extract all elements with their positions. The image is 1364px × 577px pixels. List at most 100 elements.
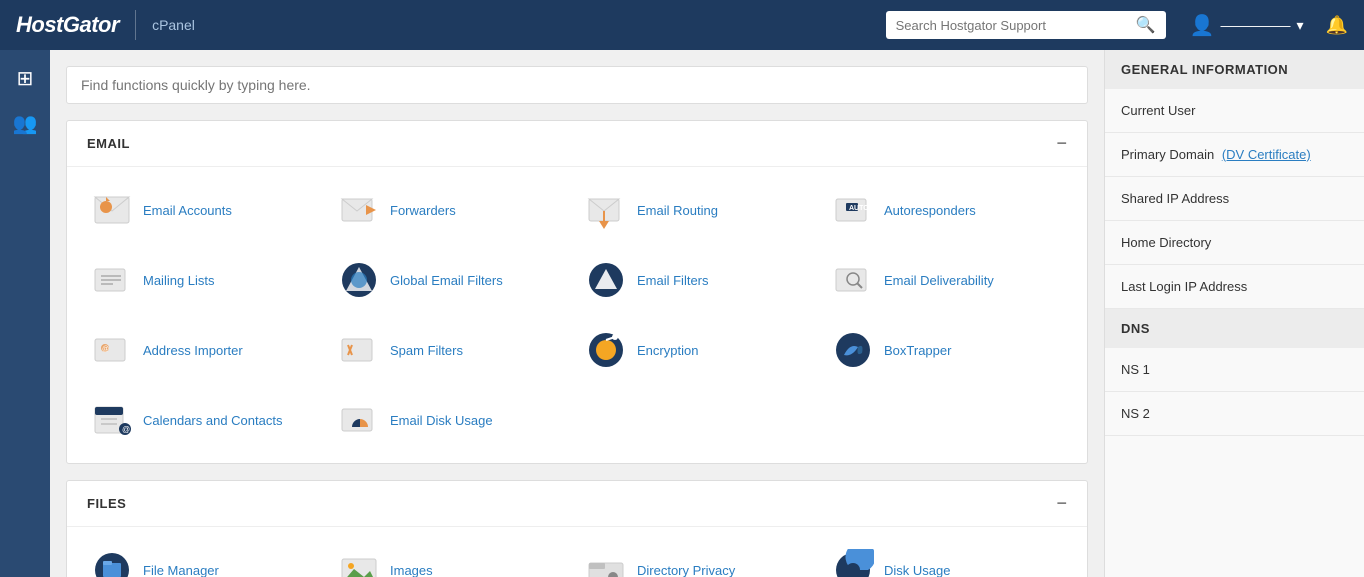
- images-label: Images: [390, 563, 433, 577]
- global-email-filters-label: Global Email Filters: [390, 273, 503, 288]
- file-manager-item[interactable]: File Manager: [87, 543, 326, 577]
- user-menu[interactable]: 👤 ————— ▾: [1190, 13, 1304, 38]
- address-importer-item[interactable]: @ Address Importer: [87, 323, 326, 377]
- home-directory-item: Home Directory: [1105, 221, 1364, 265]
- encryption-label: Encryption: [637, 343, 698, 358]
- file-manager-label: File Manager: [143, 563, 219, 577]
- svg-text:@: @: [122, 425, 130, 434]
- forwarders-item[interactable]: Forwarders: [334, 183, 573, 237]
- disk-usage-icon: [832, 549, 874, 577]
- forwarders-icon: [338, 189, 380, 231]
- email-disk-usage-icon: [338, 399, 380, 441]
- boxtrapper-icon: [832, 329, 874, 371]
- user-label: —————: [1221, 17, 1291, 33]
- logo: HostGator: [16, 12, 119, 38]
- header-search-bar[interactable]: 🔍: [886, 11, 1166, 39]
- email-filters-item[interactable]: Email Filters: [581, 253, 820, 307]
- email-deliverability-icon: [832, 259, 874, 301]
- current-user-item: Current User: [1105, 89, 1364, 133]
- encryption-icon: [585, 329, 627, 371]
- directory-privacy-item[interactable]: Directory Privacy: [581, 543, 820, 577]
- files-section-body: File Manager Images: [67, 527, 1087, 577]
- main-content: EMAIL − Email Accounts: [50, 50, 1104, 577]
- disk-usage-label: Disk Usage: [884, 563, 950, 577]
- address-importer-label: Address Importer: [143, 343, 243, 358]
- calendars-contacts-label: Calendars and Contacts: [143, 413, 282, 428]
- left-sidebar: ⊞ 👥: [0, 50, 50, 577]
- directory-privacy-label: Directory Privacy: [637, 563, 735, 577]
- mailing-lists-icon: [91, 259, 133, 301]
- ns1-label: NS 1: [1121, 362, 1150, 377]
- email-filters-icon: [585, 259, 627, 301]
- ns2-item: NS 2: [1105, 392, 1364, 436]
- dv-certificate-link[interactable]: (DV Certificate): [1222, 147, 1311, 162]
- main-layout: ⊞ 👥 EMAIL −: [0, 50, 1364, 577]
- email-section-title: EMAIL: [87, 136, 130, 151]
- cpanel-label: cPanel: [152, 17, 195, 33]
- encryption-item[interactable]: Encryption: [581, 323, 820, 377]
- global-email-filters-item[interactable]: Global Email Filters: [334, 253, 573, 307]
- home-directory-label: Home Directory: [1121, 235, 1211, 250]
- files-section-title: FILES: [87, 496, 126, 511]
- email-routing-icon: [585, 189, 627, 231]
- calendars-contacts-item[interactable]: @ Calendars and Contacts: [87, 393, 326, 447]
- boxtrapper-label: BoxTrapper: [884, 343, 951, 358]
- spam-filters-label: Spam Filters: [390, 343, 463, 358]
- email-section-header: EMAIL −: [67, 121, 1087, 167]
- autoresponders-label: Autoresponders: [884, 203, 976, 218]
- primary-domain-label: Primary Domain: [1121, 147, 1214, 162]
- mailing-lists-label: Mailing Lists: [143, 273, 215, 288]
- autoresponders-icon: AUTO: [832, 189, 874, 231]
- general-info-title: GENERAL INFORMATION: [1105, 50, 1364, 89]
- current-user-label: Current User: [1121, 103, 1195, 118]
- sidebar-grid-icon[interactable]: ⊞: [17, 66, 34, 91]
- email-deliverability-label: Email Deliverability: [884, 273, 994, 288]
- email-section-toggle[interactable]: −: [1056, 133, 1067, 154]
- ns2-label: NS 2: [1121, 406, 1150, 421]
- autoresponders-item[interactable]: AUTO Autoresponders: [828, 183, 1067, 237]
- email-filters-label: Email Filters: [637, 273, 709, 288]
- header-divider: [135, 10, 136, 40]
- email-section: EMAIL − Email Accounts: [66, 120, 1088, 464]
- address-importer-icon: @: [91, 329, 133, 371]
- email-disk-usage-label: Email Disk Usage: [390, 413, 493, 428]
- header: HostGator cPanel 🔍 👤 ————— ▾ 🔔: [0, 0, 1364, 50]
- global-email-filters-icon: [338, 259, 380, 301]
- last-login-ip-item: Last Login IP Address: [1105, 265, 1364, 309]
- right-sidebar: GENERAL INFORMATION Current User Primary…: [1104, 50, 1364, 577]
- chevron-down-icon: ▾: [1297, 17, 1304, 34]
- file-manager-icon: [91, 549, 133, 577]
- mailing-lists-item[interactable]: Mailing Lists: [87, 253, 326, 307]
- forwarders-label: Forwarders: [390, 203, 456, 218]
- shared-ip-label: Shared IP Address: [1121, 191, 1229, 206]
- email-disk-usage-item[interactable]: Email Disk Usage: [334, 393, 573, 447]
- bell-icon[interactable]: 🔔: [1326, 15, 1348, 36]
- disk-usage-item[interactable]: Disk Usage: [828, 543, 1067, 577]
- spam-filters-item[interactable]: Spam Filters: [334, 323, 573, 377]
- spam-filters-icon: [338, 329, 380, 371]
- email-routing-label: Email Routing: [637, 203, 718, 218]
- calendars-contacts-icon: @: [91, 399, 133, 441]
- email-accounts-label: Email Accounts: [143, 203, 232, 218]
- user-icon: 👤: [1190, 13, 1215, 38]
- email-accounts-icon: [91, 189, 133, 231]
- email-routing-item[interactable]: Email Routing: [581, 183, 820, 237]
- directory-privacy-icon: [585, 549, 627, 577]
- last-login-ip-label: Last Login IP Address: [1121, 279, 1247, 294]
- email-section-body: Email Accounts Forwarders: [67, 167, 1087, 463]
- primary-domain-item: Primary Domain (DV Certificate): [1105, 133, 1364, 177]
- files-section: FILES − File Manager: [66, 480, 1088, 577]
- sidebar-users-icon[interactable]: 👥: [13, 111, 38, 136]
- images-item[interactable]: Images: [334, 543, 573, 577]
- files-section-toggle[interactable]: −: [1056, 493, 1067, 514]
- boxtrapper-item[interactable]: BoxTrapper: [828, 323, 1067, 377]
- files-section-header: FILES −: [67, 481, 1087, 527]
- content-search-input[interactable]: [66, 66, 1088, 104]
- email-accounts-item[interactable]: Email Accounts: [87, 183, 326, 237]
- header-search-input[interactable]: [896, 18, 1128, 33]
- shared-ip-item: Shared IP Address: [1105, 177, 1364, 221]
- svg-text:AUTO: AUTO: [849, 205, 869, 212]
- email-deliverability-item[interactable]: Email Deliverability: [828, 253, 1067, 307]
- ns1-item: NS 1: [1105, 348, 1364, 392]
- dns-title: DNS: [1105, 309, 1364, 348]
